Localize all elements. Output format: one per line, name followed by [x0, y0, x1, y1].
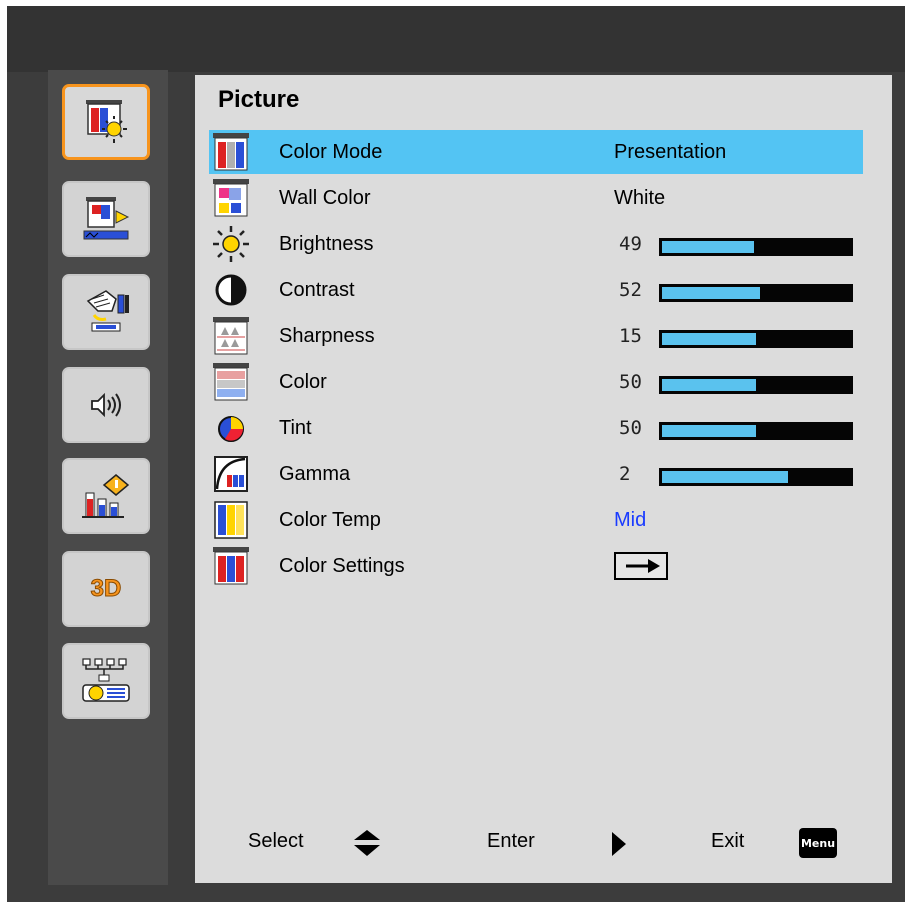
up-down-icon [354, 830, 380, 856]
exit-label: Exit [711, 830, 745, 852]
brightness-slider-fill [662, 241, 754, 253]
color-label: Color [279, 371, 327, 393]
gamma-slider[interactable] [659, 468, 853, 486]
top-bar [7, 6, 905, 72]
brightness-slider[interactable] [659, 238, 853, 256]
color-temp-icon [214, 501, 248, 539]
sidebar-item-display[interactable] [62, 181, 150, 257]
brightness-value: 49 [619, 233, 642, 255]
contrast-label: Contrast [279, 279, 355, 301]
sidebar-item-setup[interactable] [62, 274, 150, 350]
tint-label: Tint [279, 417, 312, 439]
display-icon [83, 197, 130, 240]
menu-row-contrast[interactable]: Contrast 52 [209, 268, 863, 312]
contrast-icon [215, 274, 247, 306]
right-triangle-icon [612, 832, 626, 856]
picture-icon [86, 100, 127, 143]
speaker-icon [91, 392, 121, 418]
color-temp-value: Mid [614, 509, 647, 531]
arrow-right-icon [626, 559, 660, 573]
menu-row-gamma[interactable]: Gamma 2 [209, 452, 863, 496]
sharpness-slider[interactable] [659, 330, 853, 348]
color-slider-fill [662, 379, 756, 391]
menu-row-brightness[interactable]: Brightness 49 [209, 222, 863, 266]
page-title: Picture [218, 86, 300, 113]
menu-row-sharpness[interactable]: Sharpness 15 [209, 314, 863, 358]
contrast-slider[interactable] [659, 284, 853, 302]
sidebar-item-3d[interactable]: 3D [62, 551, 150, 627]
sharpness-label: Sharpness [279, 325, 375, 347]
sidebar-item-network[interactable] [62, 643, 150, 719]
wall-color-icon [213, 179, 249, 217]
tint-slider[interactable] [659, 422, 853, 440]
menu-key-icon: Menu [799, 828, 837, 858]
select-label: Select [248, 830, 304, 852]
gamma-slider-fill [662, 471, 788, 483]
sharpness-slider-fill [662, 333, 756, 345]
color-icon [213, 363, 249, 401]
3d-label: 3D [90, 575, 122, 603]
tint-value: 50 [619, 417, 642, 439]
brightness-icon [213, 226, 249, 262]
menu-row-color-mode[interactable]: Color Mode Presentation [209, 130, 863, 174]
tint-icon [218, 416, 244, 442]
sidebar-item-audio[interactable] [62, 367, 150, 443]
color-settings-enter-button[interactable] [614, 552, 668, 580]
menu-row-wall-color[interactable]: Wall Color White [209, 176, 863, 220]
menu-row-color[interactable]: Color 50 [209, 360, 863, 404]
gamma-icon [214, 456, 248, 492]
sidebar-item-options[interactable] [62, 458, 150, 534]
sidebar-item-picture[interactable] [62, 84, 150, 160]
enter-label: Enter [487, 830, 535, 852]
wall-color-value: White [614, 187, 666, 209]
contrast-slider-fill [662, 287, 760, 299]
options-icon [82, 474, 130, 518]
menu-row-color-settings[interactable]: Color Settings [209, 544, 863, 588]
color-temp-label: Color Temp [279, 509, 381, 531]
contrast-value: 52 [619, 279, 642, 301]
color-settings-icon [213, 547, 249, 585]
color-mode-label: Color Mode [279, 141, 383, 163]
wall-color-label: Wall Color [279, 187, 371, 209]
setup-icon [86, 290, 129, 332]
gamma-value: 2 [619, 463, 631, 485]
brightness-label: Brightness [279, 233, 374, 255]
tint-slider-fill [662, 425, 756, 437]
menu-key-label: Menu [800, 836, 836, 850]
gamma-label: Gamma [279, 463, 351, 485]
color-value: 50 [619, 371, 642, 393]
color-settings-label: Color Settings [279, 555, 405, 577]
menu-row-tint[interactable]: Tint 50 [209, 406, 863, 450]
color-mode-icon [213, 133, 249, 171]
color-slider[interactable] [659, 376, 853, 394]
sharpness-icon [213, 317, 249, 355]
network-icon [82, 658, 130, 702]
color-mode-value: Presentation [614, 141, 727, 163]
menu-row-color-temp[interactable]: Color Temp Mid [209, 498, 863, 542]
sharpness-value: 15 [619, 325, 642, 347]
